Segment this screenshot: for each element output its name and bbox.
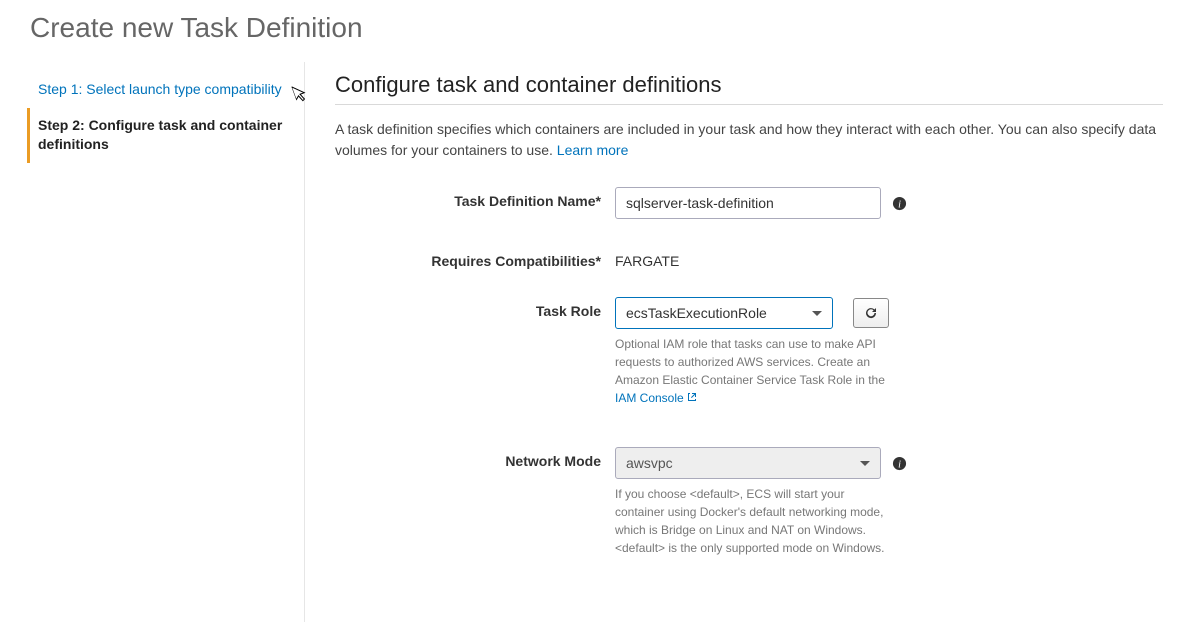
row-requires-compatibilities: Requires Compatibilities* FARGATE [335,247,1163,269]
task-role-help: Optional IAM role that tasks can use to … [615,335,885,407]
iam-console-link[interactable]: IAM Console [615,391,698,405]
label-task-definition-name: Task Definition Name* [335,187,615,209]
task-definition-name-input[interactable] [615,187,881,219]
page-title: Create new Task Definition [0,0,1193,62]
learn-more-link[interactable]: Learn more [557,142,629,158]
section-desc-text: A task definition specifies which contai… [335,121,1156,158]
network-mode-selected-value: awsvpc [626,455,673,471]
layout: Step 1: Select launch type compatibility… [0,62,1193,622]
task-role-selected-value: ecsTaskExecutionRole [626,305,767,321]
refresh-icon [863,305,879,321]
refresh-button[interactable] [853,298,889,328]
section-description: A task definition specifies which contai… [335,119,1163,161]
row-task-definition-name: Task Definition Name* i [335,187,1163,219]
step-2-active[interactable]: Step 2: Configure task and container def… [27,108,284,163]
wizard-sidebar: Step 1: Select launch type compatibility… [0,62,305,622]
row-network-mode: Network Mode awsvpc i If you choose <def… [335,447,1163,557]
svg-text:i: i [898,199,901,210]
label-network-mode: Network Mode [335,447,615,469]
label-requires-compatibilities: Requires Compatibilities* [335,247,615,269]
task-role-help-text: Optional IAM role that tasks can use to … [615,337,885,387]
external-link-icon [686,391,698,403]
section-title: Configure task and container definitions [335,72,1163,105]
chevron-down-icon [860,461,870,466]
info-icon[interactable]: i [891,195,907,211]
task-role-select[interactable]: ecsTaskExecutionRole [615,297,833,329]
step-1-link[interactable]: Step 1: Select launch type compatibility [30,72,284,108]
label-task-role: Task Role [335,297,615,319]
chevron-down-icon [812,311,822,316]
requires-compatibilities-value: FARGATE [615,247,679,269]
info-icon[interactable]: i [891,455,907,471]
svg-text:i: i [898,459,901,470]
main-panel: Configure task and container definitions… [305,62,1193,622]
network-mode-help: If you choose <default>, ECS will start … [615,485,885,557]
network-mode-select[interactable]: awsvpc [615,447,881,479]
row-task-role: Task Role ecsTaskExecutionRole Optional … [335,297,1163,407]
